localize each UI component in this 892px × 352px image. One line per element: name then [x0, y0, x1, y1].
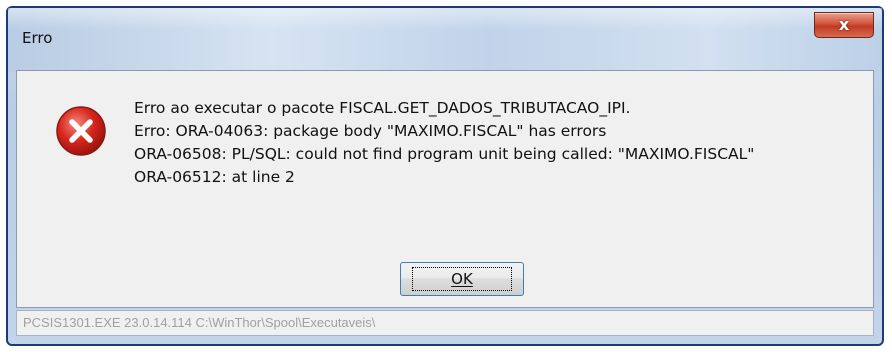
- ok-button-label: OK: [412, 267, 512, 291]
- dialog-body: Erro ao executar o pacote FISCAL.GET_DAD…: [16, 70, 874, 308]
- status-text: PCSIS1301.EXE 23.0.14.114 C:\WinThor\Spo…: [23, 315, 376, 330]
- title-bar[interactable]: Erro x: [8, 8, 882, 72]
- dialog-window: Erro x Erro ao executar o pacote FISCAL.…: [6, 6, 884, 346]
- message-line: Erro: ORA-04063: package body "MAXIMO.FI…: [134, 122, 607, 140]
- error-message: Erro ao executar o pacote FISCAL.GET_DAD…: [134, 97, 754, 189]
- message-line: Erro ao executar o pacote FISCAL.GET_DAD…: [134, 99, 631, 117]
- ok-button[interactable]: OK: [400, 262, 524, 296]
- message-line: ORA-06512: at line 2: [134, 168, 295, 186]
- close-icon: x: [838, 15, 850, 34]
- status-bar: PCSIS1301.EXE 23.0.14.114 C:\WinThor\Spo…: [16, 310, 874, 336]
- error-icon: [56, 106, 106, 156]
- window-title: Erro: [22, 29, 53, 47]
- message-line: ORA-06508: PL/SQL: could not find progra…: [134, 145, 755, 163]
- close-button[interactable]: x: [814, 12, 874, 38]
